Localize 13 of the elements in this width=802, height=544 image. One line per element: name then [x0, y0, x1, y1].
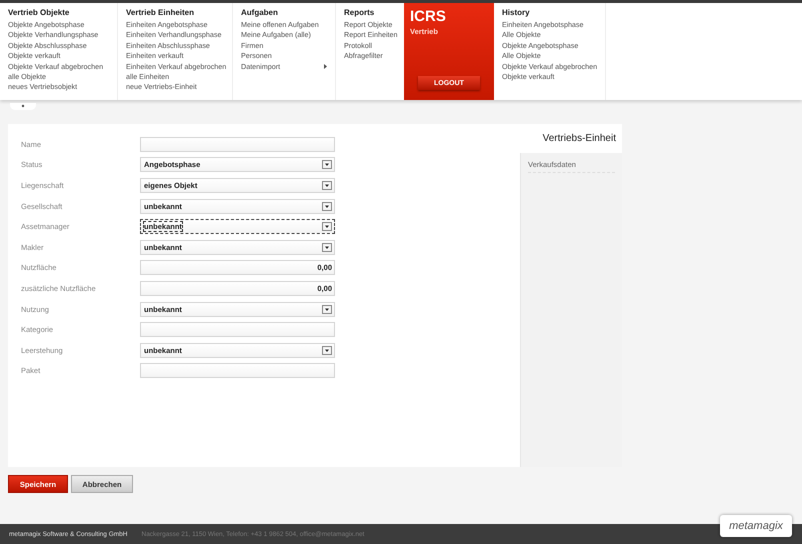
menu-heading: Vertrieb Einheiten	[126, 8, 196, 17]
menu-toggle[interactable]	[10, 103, 36, 110]
input-field[interactable]	[140, 363, 335, 378]
app-title: ICRS	[409, 7, 447, 25]
menu-heading: Vertrieb Objekte	[8, 8, 70, 17]
menu-heading: Aufgaben	[241, 8, 279, 17]
menu-heading: Reports	[344, 8, 376, 17]
company-logo: metamagix	[720, 515, 792, 537]
input-field[interactable]	[140, 322, 335, 338]
input-field[interactable]	[140, 136, 335, 152]
dot-icon	[20, 103, 26, 109]
menu-heading: History	[502, 8, 531, 17]
section-tab[interactable]: Vertriebs-Einheit	[520, 124, 622, 153]
